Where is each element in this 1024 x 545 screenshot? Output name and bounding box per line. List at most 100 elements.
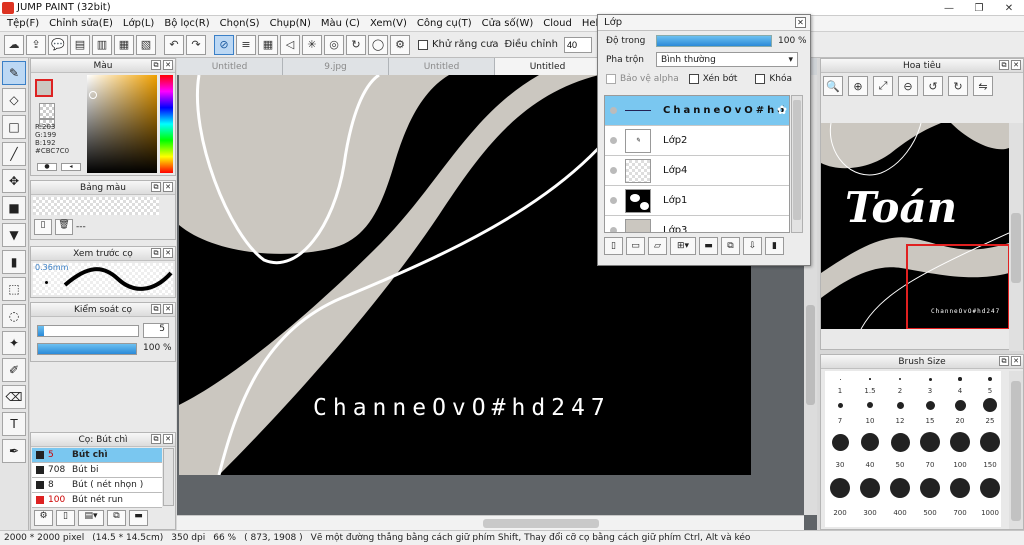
comic-icon[interactable]: ▤: [70, 34, 90, 55]
maximize-button[interactable]: ❐: [964, 0, 994, 16]
gradient-tool-icon[interactable]: ▮: [2, 250, 26, 274]
close-button[interactable]: ✕: [994, 0, 1024, 16]
brush-size-input[interactable]: 5: [143, 323, 169, 338]
brush-size-option[interactable]: 70: [915, 425, 945, 469]
layer-item-3[interactable]: Lớp3: [605, 216, 789, 232]
tab-untitled-1[interactable]: Untitled: [177, 58, 283, 75]
zoom-out-icon[interactable]: ⊖: [898, 76, 918, 96]
concentric-ruler-icon[interactable]: ◎: [324, 34, 344, 55]
brush-settings-icon[interactable]: ⚙: [34, 510, 53, 526]
layer-item-1[interactable]: Lớp1: [605, 186, 789, 216]
tab-untitled-3[interactable]: Untitled: [495, 58, 601, 75]
undo-icon[interactable]: ↶: [164, 34, 184, 55]
brush-size-option[interactable]: 300: [855, 469, 885, 517]
brush-size-option[interactable]: 4: [945, 373, 975, 395]
panel-close-icon[interactable]: ✕: [163, 60, 173, 70]
antialias-check-icon[interactable]: [418, 39, 428, 50]
panel-close-icon[interactable]: ✕: [1011, 60, 1021, 70]
brush-size-option[interactable]: 2: [885, 373, 915, 395]
panel-close-icon[interactable]: ✕: [163, 304, 173, 314]
brush-size-option[interactable]: 150: [975, 425, 1005, 469]
brush-size-option[interactable]: 50: [885, 425, 915, 469]
brush-size-scrollbar[interactable]: [1009, 371, 1023, 529]
navigator-scrollbar[interactable]: [1009, 123, 1023, 351]
layer-item-2[interactable]: ✎ Lớp2: [605, 126, 789, 156]
export-icon[interactable]: ⇪: [26, 34, 46, 55]
undock-icon[interactable]: ⧉: [151, 182, 161, 192]
lasso-tool-icon[interactable]: ◌: [2, 304, 26, 328]
delete-layer-icon[interactable]: ▮: [765, 237, 784, 255]
brush-size-option[interactable]: 10: [855, 395, 885, 425]
select-eraser-tool-icon[interactable]: ⌫: [2, 385, 26, 409]
delete-palette-icon[interactable]: 🗑: [55, 219, 73, 235]
layout-icon[interactable]: ▧: [136, 34, 156, 55]
brush-size-option[interactable]: 7: [825, 395, 855, 425]
color-sv-picker[interactable]: [87, 75, 157, 173]
zoom-icon[interactable]: 🔍: [823, 76, 843, 96]
parallel-ruler-icon[interactable]: ≡: [236, 34, 256, 55]
tab-9-jpg[interactable]: 9.jpg: [283, 58, 389, 75]
eraser-tool-icon[interactable]: ◇: [2, 88, 26, 112]
folder-icon[interactable]: ▬: [699, 237, 718, 255]
select-rect-tool-icon[interactable]: ⬚: [2, 277, 26, 301]
brush-type-icon[interactable]: ▤▾: [78, 510, 104, 526]
new-layer-1bit-icon[interactable]: ▱: [648, 237, 667, 255]
tab-untitled-2[interactable]: Untitled: [389, 58, 495, 75]
menu-cloud[interactable]: Cloud: [540, 18, 579, 29]
brush-size-option[interactable]: 1.5: [855, 373, 885, 395]
rotate-right-icon[interactable]: ↻: [948, 76, 968, 96]
menu-file[interactable]: Tệp(F): [4, 18, 46, 29]
fill-rect-tool-icon[interactable]: ■: [2, 196, 26, 220]
brush-copy-icon[interactable]: ⧉: [107, 510, 126, 526]
undock-icon[interactable]: ⧉: [999, 60, 1009, 70]
menu-capture[interactable]: Chụp(N): [267, 18, 318, 29]
circle-ruler-icon[interactable]: ◯: [368, 34, 388, 55]
magic-wand-tool-icon[interactable]: ✦: [2, 331, 26, 355]
visibility-eye-icon[interactable]: [610, 167, 617, 174]
perspective-ruler-icon[interactable]: ◁: [280, 34, 300, 55]
antialias-checkbox[interactable]: Khử răng cưa: [418, 39, 498, 50]
panel-close-icon[interactable]: ✕: [163, 434, 173, 444]
undock-icon[interactable]: ⧉: [151, 248, 161, 258]
grid-ruler-icon[interactable]: ▦: [258, 34, 278, 55]
curve-ruler-icon[interactable]: ↻: [346, 34, 366, 55]
visibility-eye-icon[interactable]: [610, 227, 617, 232]
panel-close-icon[interactable]: ✕: [163, 248, 173, 258]
brush-size-option[interactable]: 100: [945, 425, 975, 469]
minimize-button[interactable]: —: [934, 0, 964, 16]
menu-view[interactable]: Xem(V): [367, 18, 414, 29]
brush-size-option[interactable]: 15: [915, 395, 945, 425]
menu-tools[interactable]: Công cụ(T): [414, 18, 479, 29]
merge-layer-icon[interactable]: ⇩: [743, 237, 762, 255]
menu-color[interactable]: Màu (C): [318, 18, 367, 29]
brush-size-option[interactable]: 40: [855, 425, 885, 469]
brush-size-option[interactable]: 700: [945, 469, 975, 517]
new-layer-8bit-icon[interactable]: ▭: [626, 237, 645, 255]
color-mode-button-1[interactable]: ●: [37, 163, 57, 171]
brush-size-option[interactable]: 1000: [975, 469, 1005, 517]
layer-opacity-slider[interactable]: [656, 34, 772, 47]
brush-size-option[interactable]: 1: [825, 373, 855, 395]
brush-size-option[interactable]: 30: [825, 425, 855, 469]
protect-alpha-checkbox[interactable]: Bảo vệ alpha: [606, 73, 679, 84]
undock-icon[interactable]: ⧉: [999, 356, 1009, 366]
layer-item-4[interactable]: Lớp4: [605, 156, 789, 186]
bucket-tool-icon[interactable]: ▼: [2, 223, 26, 247]
blend-mode-select[interactable]: Bình thường ▾: [656, 52, 798, 67]
flip-icon[interactable]: ⇋: [973, 76, 993, 96]
panel-close-icon[interactable]: ✕: [163, 182, 173, 192]
hue-slider[interactable]: [160, 75, 173, 173]
layer-list-scrollbar[interactable]: [791, 95, 803, 233]
brush-size-option[interactable]: 12: [885, 395, 915, 425]
menu-filter[interactable]: Bộ lọc(R): [161, 18, 216, 29]
duplicate-layer-icon[interactable]: ⧉: [721, 237, 740, 255]
menu-window[interactable]: Cửa số(W): [479, 18, 541, 29]
brush-item-ballpen[interactable]: 708 Bút bi: [32, 463, 162, 478]
add-layer-dropdown-icon[interactable]: ⊞▾: [670, 237, 696, 255]
adjust-input[interactable]: [563, 36, 592, 53]
new-layer-icon[interactable]: ▯: [604, 237, 623, 255]
fit-icon[interactable]: ⤢: [873, 76, 893, 96]
brush-size-option[interactable]: 25: [975, 395, 1005, 425]
visibility-eye-icon[interactable]: [610, 197, 617, 204]
panel-close-icon[interactable]: ✕: [1011, 356, 1021, 366]
